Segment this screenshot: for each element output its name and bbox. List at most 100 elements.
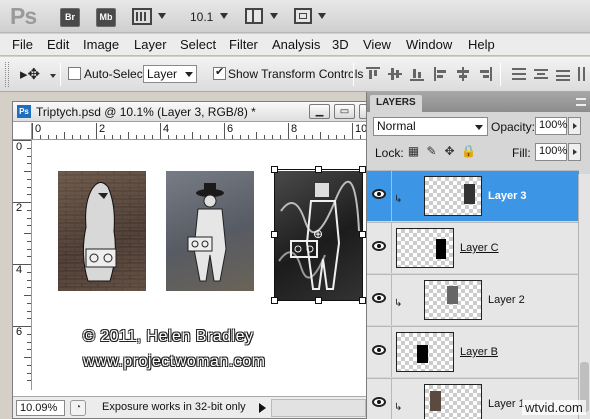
transform-handle[interactable]: [271, 297, 278, 304]
lock-transparency-icon[interactable]: ▦: [407, 145, 420, 158]
align-right-icon[interactable]: [478, 67, 492, 81]
chevron-down-icon[interactable]: [50, 74, 56, 78]
status-menu-arrow-icon[interactable]: [259, 403, 266, 413]
visibility-eye-icon[interactable]: [372, 189, 386, 199]
ruler-tick: [27, 380, 31, 382]
menu-select[interactable]: Select: [180, 37, 216, 52]
launch-bridge-button[interactable]: Br: [60, 8, 80, 27]
launch-mini-bridge-button[interactable]: Mb: [96, 8, 116, 27]
chevron-down-icon[interactable]: [220, 13, 228, 19]
layer-name[interactable]: Layer 2: [488, 294, 525, 306]
layer-thumbnail[interactable]: [424, 280, 482, 320]
transform-handle[interactable]: [271, 166, 278, 173]
show-transform-checkbox[interactable]: [213, 65, 226, 80]
ruler-tick: [24, 295, 31, 296]
minimize-button[interactable]: ▁: [309, 104, 330, 119]
horizontal-ruler[interactable]: 0 2 4 6 8 10: [32, 123, 382, 140]
options-bar-grip[interactable]: [5, 62, 9, 87]
layer-thumbnail[interactable]: [396, 332, 454, 372]
view-extras-button[interactable]: [132, 8, 152, 25]
panel-menu-icon[interactable]: [576, 98, 586, 106]
fill-slider-arrow[interactable]: [568, 143, 581, 161]
layer-name[interactable]: Layer 1: [488, 398, 525, 410]
auto-select-dropdown[interactable]: Layer: [143, 65, 197, 83]
ruler-tick: [27, 364, 31, 366]
align-horizontal-center-icon[interactable]: [456, 67, 470, 81]
ruler-origin[interactable]: [13, 123, 32, 140]
transform-handle[interactable]: [271, 231, 278, 238]
lock-all-icon[interactable]: 🔒: [461, 145, 476, 158]
chevron-down-icon[interactable]: [318, 13, 326, 19]
distribute-left-icon[interactable]: [578, 67, 590, 81]
align-vertical-center-icon[interactable]: [388, 67, 402, 81]
transform-handle[interactable]: [315, 297, 322, 304]
transform-handle[interactable]: [359, 231, 366, 238]
menu-filter[interactable]: Filter: [229, 37, 258, 52]
document-tab[interactable]: Ps Triptych.psd @ 10.1% (Layer 3, RGB/8)…: [13, 102, 381, 122]
menu-help[interactable]: Help: [468, 37, 495, 52]
transform-handle[interactable]: [315, 166, 322, 173]
zoom-field[interactable]: 10.09%: [16, 400, 65, 416]
layer-name[interactable]: Layer C: [460, 242, 499, 254]
auto-select-checkbox[interactable]: [68, 67, 81, 80]
ruler-tick: [88, 135, 89, 139]
lock-position-icon[interactable]: ✥: [443, 145, 456, 158]
vertical-ruler[interactable]: 0 2 4 6: [13, 140, 32, 390]
image-canvas[interactable]: ⊕ © 2011, Helen Bradley www.projectwoman…: [33, 141, 368, 391]
layers-tab[interactable]: LAYERS: [370, 95, 422, 112]
distribute-vertical-center-icon[interactable]: [534, 67, 548, 81]
visibility-eye-icon[interactable]: [372, 241, 386, 251]
align-top-icon[interactable]: [366, 67, 380, 81]
layer-row-layer-c[interactable]: Layer C: [367, 222, 579, 273]
divider: [391, 223, 392, 273]
distribute-bottom-icon[interactable]: [556, 67, 570, 81]
opacity-slider-arrow[interactable]: [568, 117, 581, 135]
transform-handle[interactable]: [359, 297, 366, 304]
menu-image[interactable]: Image: [83, 37, 119, 52]
distribute-top-icon[interactable]: [512, 67, 526, 81]
horizontal-scrollbar[interactable]: [271, 399, 366, 417]
visibility-eye-icon[interactable]: [372, 345, 386, 355]
ruler-tick: [13, 202, 31, 203]
layer-thumbnail[interactable]: [424, 384, 482, 419]
menu-edit[interactable]: Edit: [47, 37, 69, 52]
chevron-down-icon[interactable]: [270, 13, 278, 19]
menu-3d[interactable]: 3D: [332, 37, 349, 52]
menu-window[interactable]: Window: [406, 37, 452, 52]
ruler-label: 4: [163, 123, 170, 135]
status-info-icon[interactable]: ◔: [70, 400, 86, 416]
align-left-icon[interactable]: [434, 67, 448, 81]
layer-thumbnail[interactable]: [396, 228, 454, 268]
zoom-level[interactable]: 10.1: [190, 10, 213, 24]
ruler-tick: [264, 135, 265, 139]
ruler-tick: [120, 135, 121, 139]
ruler-tick: [27, 163, 31, 165]
visibility-eye-icon[interactable]: [372, 397, 386, 407]
visibility-eye-icon[interactable]: [372, 293, 386, 303]
layer-row-layer-3[interactable]: ↳ Layer 3: [367, 170, 579, 221]
move-tool-icon[interactable]: ▸✥: [20, 65, 40, 83]
menu-analysis[interactable]: Analysis: [272, 37, 320, 52]
menu-file[interactable]: File: [12, 37, 33, 52]
layer-row-layer-2[interactable]: ↳ Layer 2: [367, 274, 579, 325]
lock-image-pixels-icon[interactable]: ✎: [425, 145, 438, 158]
layer-name[interactable]: Layer B: [460, 346, 498, 358]
chevron-down-icon[interactable]: [158, 13, 166, 19]
arrange-documents-icon[interactable]: [245, 8, 263, 24]
menu-layer[interactable]: Layer: [134, 37, 167, 52]
opacity-input[interactable]: 100%: [535, 117, 567, 135]
document-title: Triptych.psd @ 10.1% (Layer 3, RGB/8) *: [36, 105, 256, 119]
ruler-tick: [152, 135, 153, 139]
layer-name[interactable]: Layer 3: [488, 190, 527, 202]
layers-scrollbar[interactable]: [578, 174, 590, 419]
menu-view[interactable]: View: [363, 37, 391, 52]
screen-mode-icon[interactable]: [294, 8, 312, 24]
maximize-button[interactable]: ▭: [334, 104, 355, 119]
blend-mode-dropdown[interactable]: Normal: [373, 117, 488, 136]
ruler-tick: [248, 135, 249, 139]
transform-handle[interactable]: [359, 166, 366, 173]
layer-row-layer-b[interactable]: Layer B: [367, 326, 579, 377]
align-bottom-icon[interactable]: [410, 67, 424, 81]
fill-input[interactable]: 100%: [535, 143, 567, 161]
layer-thumbnail[interactable]: [424, 176, 482, 216]
